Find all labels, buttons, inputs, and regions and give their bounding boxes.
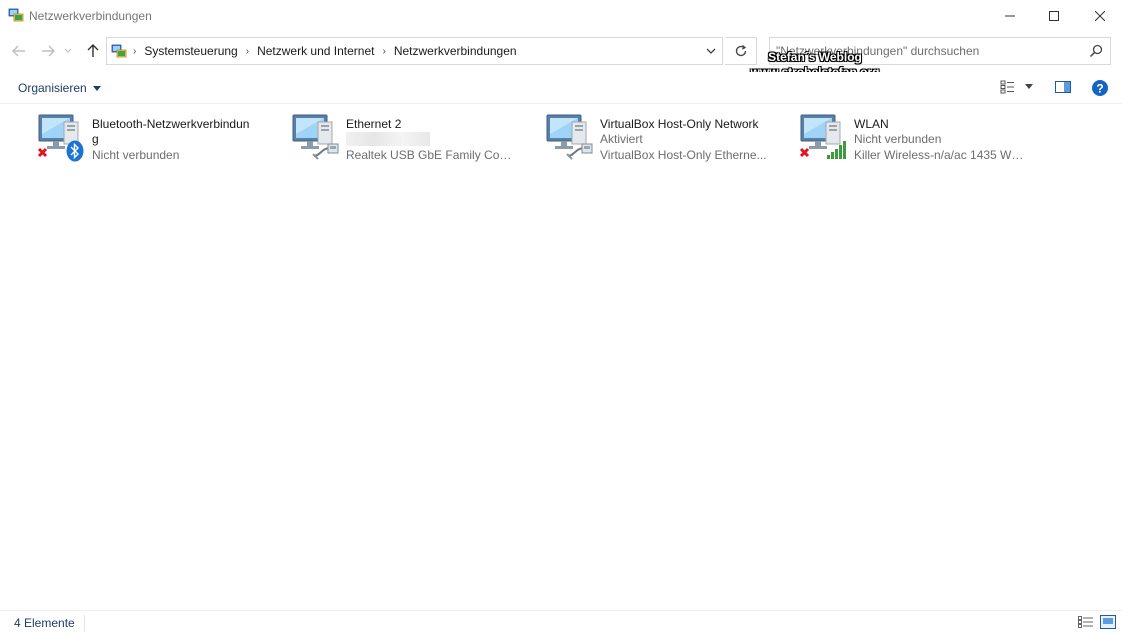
minimize-button[interactable] bbox=[987, 0, 1033, 32]
breadcrumb-item-netzwerkverbindungen[interactable]: Netzwerkverbindungen bbox=[394, 44, 517, 58]
help-icon: ? bbox=[1092, 80, 1108, 96]
preview-pane-icon bbox=[1055, 81, 1071, 93]
ethernet-cable-icon bbox=[312, 142, 340, 163]
details-view-icon bbox=[1078, 616, 1093, 628]
connection-item-bluetooth[interactable]: Bluetooth-Netzwerkverbindung Nicht verbu… bbox=[0, 110, 250, 166]
arrow-left-icon bbox=[12, 45, 25, 57]
close-button[interactable] bbox=[1077, 0, 1122, 32]
chevron-down-icon bbox=[706, 48, 716, 54]
arrow-right-icon bbox=[42, 45, 55, 57]
recent-locations-button[interactable] bbox=[62, 41, 74, 61]
title-bar: Netzwerkverbindungen bbox=[0, 0, 1122, 32]
connection-item-ethernet-2[interactable]: Ethernet 2 Realtek USB GbE Family Contr.… bbox=[254, 110, 516, 166]
search-icon[interactable] bbox=[1089, 44, 1103, 61]
connection-name: Ethernet 2 bbox=[346, 117, 402, 131]
connection-name: WLAN bbox=[854, 117, 889, 131]
chevron-down-icon bbox=[64, 48, 72, 53]
details-view-button[interactable] bbox=[1078, 616, 1094, 631]
forward-button[interactable] bbox=[38, 41, 58, 61]
organize-button[interactable]: Organisieren bbox=[18, 81, 101, 95]
maximize-icon bbox=[1049, 11, 1059, 21]
watermark-line1: Stefan´s Weblog bbox=[768, 50, 862, 64]
breadcrumb-item-systemsteuerung[interactable]: Systemsteuerung bbox=[144, 44, 237, 58]
caret-down-icon bbox=[1025, 84, 1033, 89]
bluetooth-icon bbox=[66, 140, 84, 165]
status-divider bbox=[84, 615, 85, 631]
up-button[interactable] bbox=[83, 41, 103, 61]
address-bar[interactable]: › Systemsteuerung › Netzwerk und Interne… bbox=[106, 37, 723, 65]
control-panel-icon bbox=[111, 43, 129, 59]
connection-name: VirtualBox Host-Only Network bbox=[600, 117, 759, 131]
breadcrumb: › Systemsteuerung › Netzwerk und Interne… bbox=[111, 43, 517, 59]
view-details-icon bbox=[1000, 80, 1014, 94]
preview-pane-button[interactable] bbox=[1055, 80, 1071, 94]
connection-status: Nicht verbunden bbox=[92, 148, 180, 162]
connections-list: Bluetooth-Netzwerkverbindung Nicht verbu… bbox=[0, 106, 1122, 606]
breadcrumb-item-netzwerk-und-internet[interactable]: Netzwerk und Internet bbox=[257, 44, 374, 58]
chevron-right-icon[interactable]: › bbox=[133, 46, 136, 57]
connection-device: Realtek USB GbE Family Contr... bbox=[346, 148, 516, 162]
command-bar: Organisieren ? bbox=[0, 72, 1122, 104]
wifi-signal-icon bbox=[826, 140, 848, 163]
organize-label: Organisieren bbox=[18, 81, 87, 95]
window-title: Netzwerkverbindungen bbox=[29, 9, 152, 23]
chevron-right-icon[interactable]: › bbox=[382, 46, 385, 57]
connection-device: Killer Wireless-n/a/ac 1435 Wi... bbox=[854, 148, 1024, 162]
view-options-dropdown[interactable] bbox=[1025, 84, 1033, 89]
svg-text:?: ? bbox=[1096, 82, 1103, 96]
network-connections-icon bbox=[8, 7, 24, 23]
chevron-right-icon[interactable]: › bbox=[246, 46, 249, 57]
large-icons-view-icon bbox=[1100, 615, 1116, 629]
connection-item-virtualbox[interactable]: VirtualBox Host-Only Network Aktiviert V… bbox=[508, 110, 767, 166]
close-icon bbox=[1095, 11, 1105, 21]
ethernet-cable-icon bbox=[566, 142, 594, 163]
help-button[interactable]: ? bbox=[1091, 79, 1109, 97]
status-bar: 4 Elemente bbox=[0, 610, 1122, 635]
connection-device: VirtualBox Host-Only Etherne... bbox=[600, 148, 767, 162]
caret-down-icon bbox=[92, 85, 101, 91]
connection-name: Bluetooth-Netzwerkverbindung bbox=[92, 117, 250, 146]
large-icons-view-button[interactable] bbox=[1100, 615, 1116, 632]
arrow-up-icon bbox=[87, 44, 99, 57]
connection-item-wlan[interactable]: WLAN Nicht verbunden Killer Wireless-n/a… bbox=[762, 110, 1024, 166]
change-view-button[interactable] bbox=[1000, 80, 1016, 94]
item-count: 4 Elemente bbox=[14, 616, 75, 630]
connection-status: Aktiviert bbox=[600, 132, 643, 146]
address-dropdown-button[interactable] bbox=[706, 45, 716, 60]
minimize-icon bbox=[1005, 15, 1015, 17]
redacted-network-name bbox=[346, 132, 430, 146]
connection-status: Nicht verbunden bbox=[854, 132, 942, 146]
maximize-button[interactable] bbox=[1031, 0, 1077, 32]
back-button[interactable] bbox=[9, 41, 29, 61]
